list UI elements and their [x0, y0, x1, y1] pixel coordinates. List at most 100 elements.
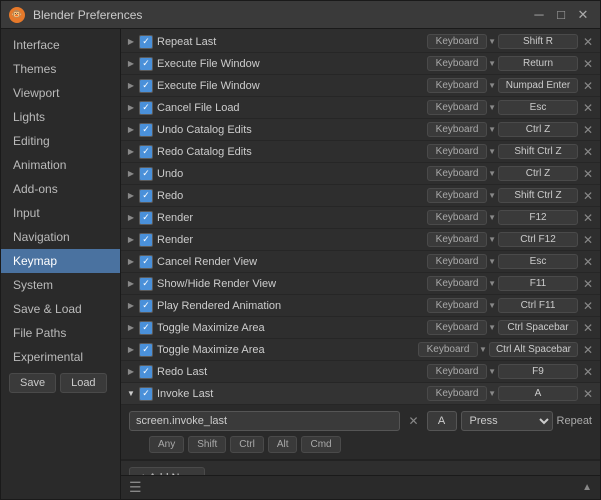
keymap-row-redo-last[interactable]: ▶ Redo Last Keyboard ▼ F9 ✕	[121, 361, 600, 383]
expand-arrow[interactable]: ▶	[125, 366, 137, 378]
key-binding[interactable]: Return	[498, 56, 578, 71]
sidebar-item-experimental[interactable]: Experimental	[1, 345, 120, 369]
keymap-checkbox[interactable]	[139, 321, 153, 335]
sidebar-item-system[interactable]: System	[1, 273, 120, 297]
keymap-row-showhide-render[interactable]: ▶ Show/Hide Render View Keyboard ▼ F11 ✕	[121, 273, 600, 295]
keymap-row-redo-catalog[interactable]: ▶ Redo Catalog Edits Keyboard ▼ Shift Ct…	[121, 141, 600, 163]
sidebar-item-navigation[interactable]: Navigation	[1, 225, 120, 249]
expand-arrow[interactable]: ▶	[125, 124, 137, 136]
key-binding[interactable]: Shift R	[498, 34, 578, 49]
remove-button[interactable]: ✕	[580, 342, 596, 358]
key-type-dropdown-arrow[interactable]: ▼	[488, 367, 496, 376]
expand-arrow[interactable]: ▶	[125, 234, 137, 246]
remove-button[interactable]: ✕	[580, 34, 596, 50]
key-binding[interactable]: Ctrl Z	[498, 166, 578, 181]
keymap-row-redo[interactable]: ▶ Redo Keyboard ▼ Shift Ctrl Z ✕	[121, 185, 600, 207]
key-type-dropdown-arrow[interactable]: ▼	[488, 103, 496, 112]
key-type-label[interactable]: Keyboard	[427, 232, 487, 247]
sidebar-item-themes[interactable]: Themes	[1, 57, 120, 81]
key-type-label[interactable]: Keyboard	[427, 210, 487, 225]
remove-button[interactable]: ✕	[580, 232, 596, 248]
keymap-row-cancel-file-load[interactable]: ▶ Cancel File Load Keyboard ▼ Esc ✕	[121, 97, 600, 119]
expand-arrow[interactable]: ▶	[125, 256, 137, 268]
remove-button[interactable]: ✕	[580, 320, 596, 336]
key-binding[interactable]: Shift Ctrl Z	[498, 144, 578, 159]
remove-button[interactable]: ✕	[580, 276, 596, 292]
remove-button[interactable]: ✕	[580, 386, 596, 402]
key-type-label[interactable]: Keyboard	[427, 56, 487, 71]
expand-arrow[interactable]: ▶	[125, 58, 137, 70]
remove-button[interactable]: ✕	[580, 254, 596, 270]
keymap-checkbox[interactable]	[139, 79, 153, 93]
key-type-dropdown-arrow[interactable]: ▼	[488, 257, 496, 266]
key-binding[interactable]: F11	[498, 276, 578, 291]
keymap-checkbox[interactable]	[139, 365, 153, 379]
keymap-row-execute-file-1[interactable]: ▶ Execute File Window Keyboard ▼ Return …	[121, 53, 600, 75]
minimize-button[interactable]: ─	[530, 6, 548, 24]
keymap-checkbox[interactable]	[139, 123, 153, 137]
expand-arrow[interactable]: ▶	[125, 190, 137, 202]
keymap-checkbox[interactable]	[139, 189, 153, 203]
maximize-button[interactable]: □	[552, 6, 570, 24]
key-type-label[interactable]: Keyboard	[427, 298, 487, 313]
expand-arrow[interactable]: ▶	[125, 102, 137, 114]
key-type-dropdown-arrow[interactable]: ▼	[488, 235, 496, 244]
keymap-row-toggle-max-2[interactable]: ▶ Toggle Maximize Area Keyboard ▼ Ctrl A…	[121, 339, 600, 361]
keymap-checkbox[interactable]	[139, 233, 153, 247]
key-type-dropdown-arrow[interactable]: ▼	[488, 125, 496, 134]
keymap-checkbox[interactable]	[139, 211, 153, 225]
keymap-row-render-f12[interactable]: ▶ Render Keyboard ▼ F12 ✕	[121, 207, 600, 229]
key-binding[interactable]: Ctrl F12	[498, 232, 578, 247]
key-binding[interactable]: Numpad Enter	[498, 78, 578, 93]
key-binding[interactable]: Ctrl Spacebar	[498, 320, 578, 335]
remove-button[interactable]: ✕	[580, 364, 596, 380]
expand-arrow[interactable]: ▶	[125, 344, 137, 356]
key-type-dropdown-arrow[interactable]: ▼	[488, 169, 496, 178]
modifier-alt-button[interactable]: Alt	[268, 436, 298, 453]
key-type-dropdown-arrow[interactable]: ▼	[488, 323, 496, 332]
key-type-label[interactable]: Keyboard	[427, 122, 487, 137]
modifier-shift-button[interactable]: Shift	[188, 436, 226, 453]
keymap-row-invoke-last[interactable]: ▼ Invoke Last Keyboard ▼ A ✕	[121, 383, 600, 405]
key-type-dropdown-arrow[interactable]: ▼	[488, 147, 496, 156]
key-type-dropdown-arrow[interactable]: ▼	[479, 345, 487, 354]
keymap-checkbox[interactable]	[139, 255, 153, 269]
key-binding[interactable]: Ctrl Z	[498, 122, 578, 137]
keymap-checkbox[interactable]	[139, 101, 153, 115]
sidebar-item-keymap[interactable]: Keymap	[1, 249, 120, 273]
load-button[interactable]: Load	[60, 373, 106, 393]
remove-button[interactable]: ✕	[580, 100, 596, 116]
keymap-checkbox[interactable]	[139, 277, 153, 291]
key-type-label[interactable]: Keyboard	[427, 34, 487, 49]
keymap-checkbox[interactable]	[139, 35, 153, 49]
key-type-dropdown-arrow[interactable]: ▼	[488, 81, 496, 90]
modifier-any-button[interactable]: Any	[149, 436, 184, 453]
key-binding[interactable]: Shift Ctrl Z	[498, 188, 578, 203]
hamburger-icon[interactable]: ☰	[129, 479, 142, 496]
sidebar-item-viewport[interactable]: Viewport	[1, 81, 120, 105]
sidebar-item-save-load[interactable]: Save & Load	[1, 297, 120, 321]
key-binding[interactable]: A	[498, 386, 578, 401]
keymap-checkbox[interactable]	[139, 343, 153, 357]
save-button[interactable]: Save	[9, 373, 56, 393]
key-field-input[interactable]	[427, 411, 457, 431]
expand-arrow[interactable]: ▶	[125, 168, 137, 180]
keymap-row-render-ctrlf12[interactable]: ▶ Render Keyboard ▼ Ctrl F12 ✕	[121, 229, 600, 251]
add-new-button[interactable]: + Add New	[129, 467, 205, 475]
key-binding[interactable]: Ctrl F11	[498, 298, 578, 313]
keymap-row-execute-file-2[interactable]: ▶ Execute File Window Keyboard ▼ Numpad …	[121, 75, 600, 97]
key-type-dropdown-arrow[interactable]: ▼	[488, 191, 496, 200]
keymap-checkbox[interactable]	[139, 299, 153, 313]
remove-button[interactable]: ✕	[580, 56, 596, 72]
expand-arrow[interactable]: ▶	[125, 300, 137, 312]
remove-button[interactable]: ✕	[580, 78, 596, 94]
key-binding[interactable]: F9	[498, 364, 578, 379]
key-type-label[interactable]: Keyboard	[418, 342, 478, 357]
expand-arrow-open[interactable]: ▼	[125, 388, 137, 400]
key-type-dropdown-arrow[interactable]: ▼	[488, 59, 496, 68]
key-type-label[interactable]: Keyboard	[427, 386, 487, 401]
key-type-dropdown-arrow[interactable]: ▼	[488, 213, 496, 222]
identifier-input[interactable]	[129, 411, 400, 431]
key-type-label[interactable]: Keyboard	[427, 78, 487, 93]
key-type-dropdown-arrow[interactable]: ▼	[488, 301, 496, 310]
